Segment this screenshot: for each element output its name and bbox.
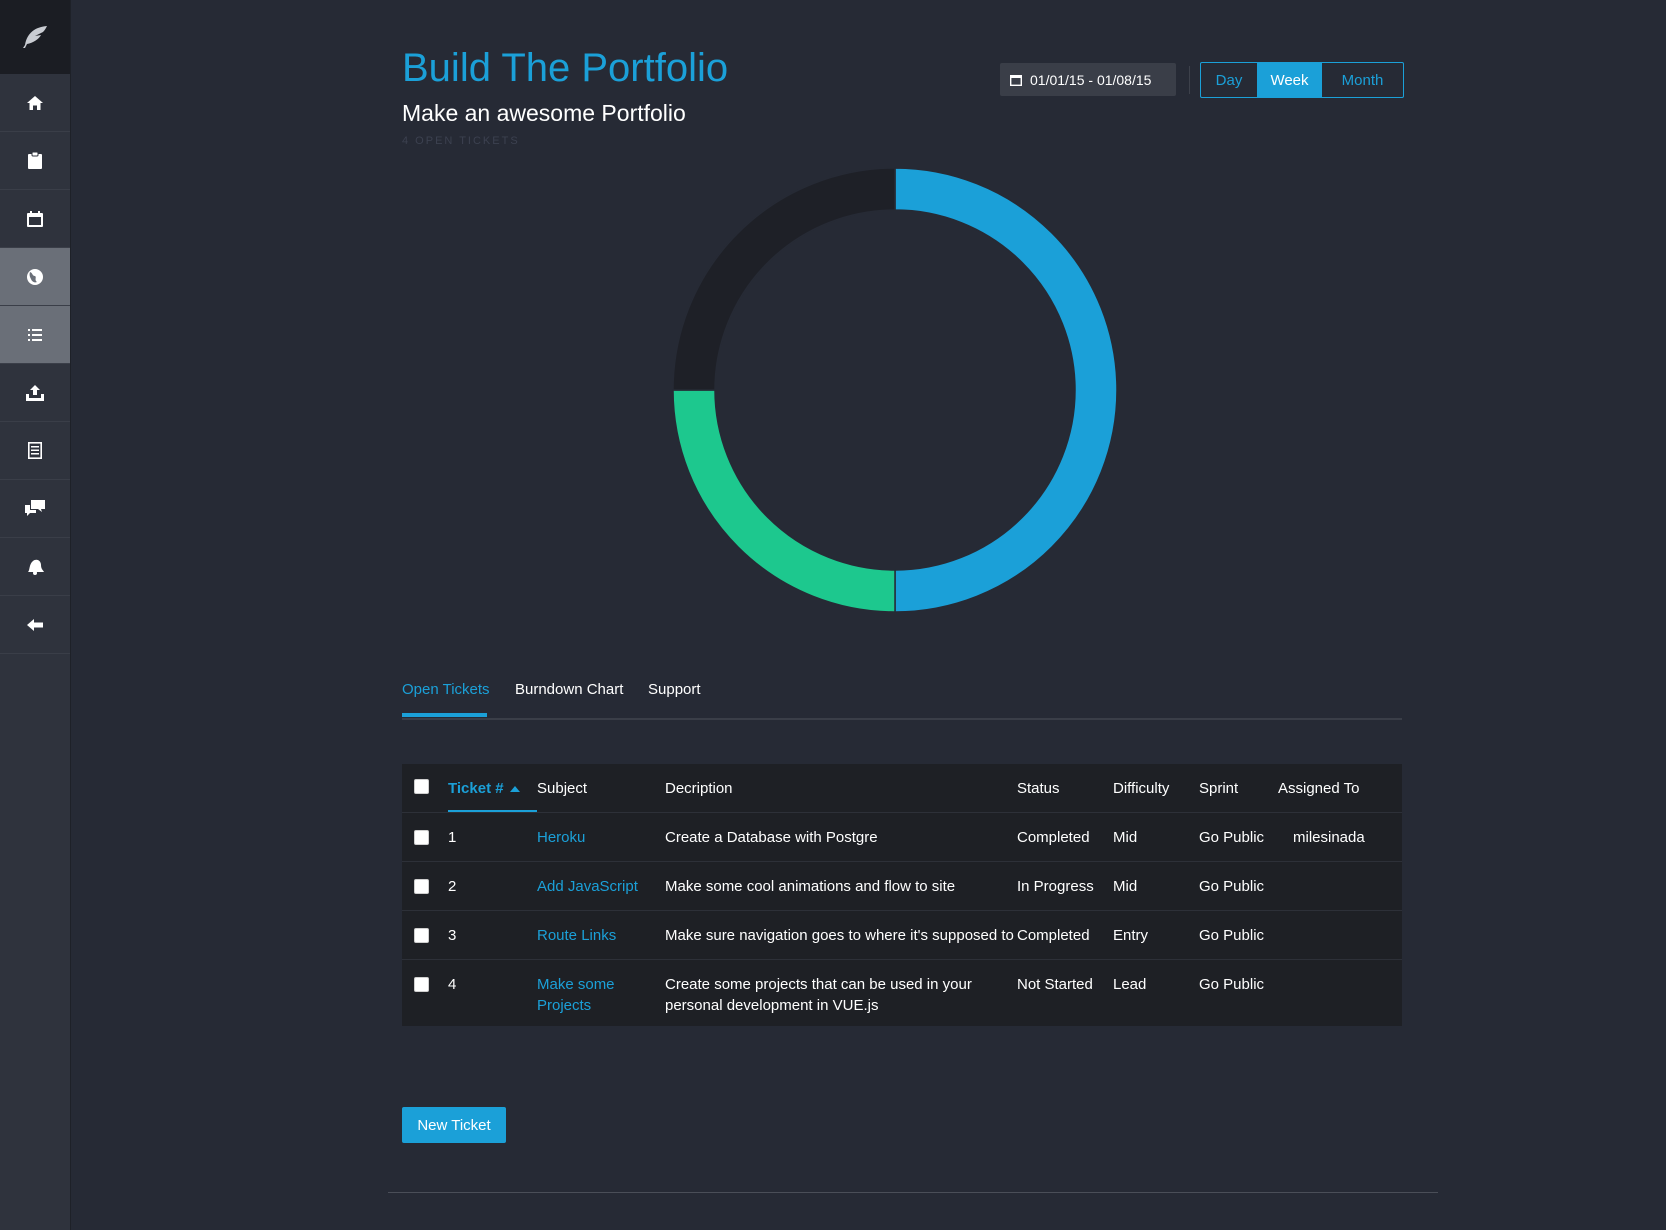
globe-icon <box>27 268 43 285</box>
back-arrow-icon <box>27 618 43 631</box>
new-ticket-button[interactable]: New Ticket <box>402 1107 506 1143</box>
ticket-assigned <box>1278 960 1402 1027</box>
tickets-table: Ticket # Subject Decription Status Diffi… <box>402 764 1402 1026</box>
row-checkbox[interactable] <box>414 830 429 845</box>
date-range-picker[interactable]: 01/01/15 - 01/08/15 <box>1000 63 1176 96</box>
ticket-description: Create some projects that can be used in… <box>665 976 972 1014</box>
view-day-button[interactable]: Day <box>1201 63 1257 97</box>
ticket-number: 2 <box>448 878 457 895</box>
ticket-subject-link[interactable]: Add JavaScript <box>537 862 665 911</box>
list-icon <box>28 328 42 341</box>
ticket-assigned <box>1278 911 1402 960</box>
row-checkbox[interactable] <box>414 928 429 943</box>
row-checkbox[interactable] <box>414 879 429 894</box>
header-subject[interactable]: Subject <box>537 764 665 813</box>
ticket-number: 1 <box>448 829 457 846</box>
donut-chart <box>672 167 1118 613</box>
select-all-checkbox[interactable] <box>414 778 429 794</box>
ticket-description: Make some cool animations and flow to si… <box>665 878 956 895</box>
table-row[interactable]: 3 Route Links Make sure navigation goes … <box>402 910 1402 960</box>
document-icon <box>28 442 42 459</box>
date-range-text: 01/01/15 - 01/08/15 <box>1030 71 1152 88</box>
logo[interactable] <box>0 0 70 74</box>
clipboard-icon <box>28 152 42 169</box>
calendar-icon <box>1010 74 1022 86</box>
ticket-sprint: Go Public <box>1199 878 1265 895</box>
donut-slice-2 <box>672 389 896 613</box>
select-all-cell <box>402 764 448 813</box>
view-toggle: Day Week Month <box>1200 62 1404 98</box>
tab-support[interactable]: Support <box>648 681 701 698</box>
home-icon <box>27 95 43 110</box>
footer-divider <box>388 1192 1438 1193</box>
open-tickets-count: 4 OPEN TICKETS <box>402 135 520 147</box>
ticket-description: Make sure navigation goes to where it's … <box>665 927 1014 944</box>
page-title: Build The Portfolio <box>402 46 729 90</box>
ticket-difficulty: Entry <box>1113 927 1149 944</box>
ticket-status: Completed <box>1017 927 1090 944</box>
nav-back[interactable] <box>0 596 70 654</box>
ticket-sprint: Go Public <box>1199 829 1265 846</box>
chat-icon <box>25 500 45 516</box>
ticket-subject-link[interactable]: Heroku <box>537 813 665 862</box>
ticket-status: Completed <box>1017 829 1090 846</box>
header-difficulty[interactable]: Difficulty <box>1113 764 1199 813</box>
nav-document[interactable] <box>0 422 70 480</box>
ticket-number: 3 <box>448 927 457 944</box>
feather-logo-icon <box>23 26 47 48</box>
table-row[interactable]: 2 Add JavaScript Make some cool animatio… <box>402 861 1402 911</box>
ticket-subject-link[interactable]: Route Links <box>537 911 665 960</box>
donut-slice-3 <box>672 167 896 391</box>
ticket-description: Create a Database with Postgre <box>665 829 878 846</box>
ticket-status: Not Started <box>1017 976 1093 993</box>
ticket-difficulty: Lead <box>1113 976 1147 993</box>
table-row[interactable]: 1 Heroku Create a Database with Postgre … <box>402 812 1402 862</box>
header-sprint[interactable]: Sprint <box>1199 764 1278 813</box>
tab-burndown-chart[interactable]: Burndown Chart <box>515 681 623 698</box>
header-ticket-number[interactable]: Ticket # <box>448 764 537 813</box>
ticket-subject-link[interactable]: Make some Projects <box>537 960 665 1027</box>
main-content: Build The Portfolio Make an awesome Port… <box>70 0 1666 1230</box>
ticket-difficulty: Mid <box>1113 878 1138 895</box>
calendar-icon <box>27 210 43 227</box>
tab-open-tickets[interactable]: Open Tickets <box>402 681 490 698</box>
upload-icon <box>26 384 44 401</box>
header-divider <box>1189 66 1190 94</box>
table-row[interactable]: 4 Make some Projects Create some project… <box>402 959 1402 1027</box>
header-status[interactable]: Status <box>1017 764 1113 813</box>
header-description[interactable]: Decription <box>665 764 1017 813</box>
header-assigned-to[interactable]: Assigned To <box>1278 764 1402 813</box>
nav-globe[interactable] <box>0 248 70 306</box>
header-ticket-number-label: Ticket # <box>448 779 504 797</box>
ticket-assigned: milesinada <box>1293 829 1365 846</box>
nav-chat[interactable] <box>0 480 70 538</box>
view-week-button[interactable]: Week <box>1257 63 1322 97</box>
ticket-sprint: Go Public <box>1199 976 1265 993</box>
sidebar <box>0 0 71 1230</box>
ticket-status: In Progress <box>1017 878 1094 895</box>
donut-slice-1 <box>894 167 1118 613</box>
nav-bell[interactable] <box>0 538 70 596</box>
nav-upload[interactable] <box>0 364 70 422</box>
ticket-sprint: Go Public <box>1199 927 1265 944</box>
view-month-button[interactable]: Month <box>1322 63 1403 97</box>
sort-ascending-icon <box>509 785 520 792</box>
bell-icon <box>28 559 44 575</box>
nav-home[interactable] <box>0 74 70 132</box>
ticket-difficulty: Mid <box>1113 829 1138 846</box>
table-header-row: Ticket # Subject Decription Status Diffi… <box>402 764 1402 813</box>
nav-calendar[interactable] <box>0 190 70 248</box>
ticket-assigned <box>1278 862 1402 911</box>
active-tab-indicator <box>402 713 487 717</box>
nav-clipboard[interactable] <box>0 132 70 190</box>
tabs-bar: Open Tickets Burndown Chart Support <box>402 670 1402 720</box>
ticket-number: 4 <box>448 976 457 993</box>
page-subtitle: Make an awesome Portfolio <box>402 100 686 126</box>
nav-list[interactable] <box>0 306 70 364</box>
row-checkbox[interactable] <box>414 977 429 992</box>
